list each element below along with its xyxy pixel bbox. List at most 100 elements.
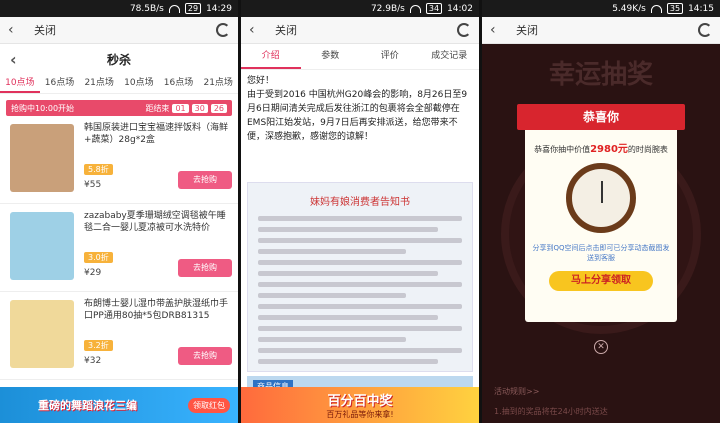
tab-records[interactable]: 成交记录 <box>420 44 480 69</box>
text-line <box>258 293 407 298</box>
countdown-seconds: 26 <box>210 103 227 113</box>
panel-lottery: 5.49K/s 35 14:15 ‹ 关闭 幸运抽奖 恭喜你 恭喜你抽中价值29… <box>482 0 720 423</box>
text-line <box>258 282 462 287</box>
status-bar: 5.49K/s 35 14:15 <box>482 0 720 17</box>
countdown-end-label: 距结束 <box>145 103 170 113</box>
ad-headline: 百分百中奖 <box>327 394 393 409</box>
ad-banner[interactable]: 重磅的舞蹈浪花三编 领取红包 <box>0 387 238 423</box>
discount-badge: 5.8折 <box>84 164 113 175</box>
net-speed: 78.5B/s <box>129 3 164 14</box>
tab-session[interactable]: 10点场 <box>119 74 159 93</box>
buy-button[interactable]: 去抢购 <box>178 171 232 189</box>
battery-icon: 34 <box>425 3 443 14</box>
panel-product-detail: 72.9B/s 34 14:02 ‹ 关闭 介绍 参数 评价 成交记录 您好！ … <box>241 0 479 423</box>
lottery-logo: 幸运抽奖 <box>548 60 653 90</box>
refresh-icon[interactable] <box>216 23 230 37</box>
clock: 14:29 <box>206 3 232 14</box>
discount-badge: 3.2折 <box>84 340 113 351</box>
page-header: ‹ 秒杀 <box>0 44 238 74</box>
list-item[interactable]: zazababy夏季珊瑚绒空调毯被午睡毯二合一婴儿夏凉被可水洗特价 3.0折 ¥… <box>0 204 238 292</box>
buy-button[interactable]: 去抢购 <box>178 347 232 365</box>
text-line <box>258 260 462 265</box>
text-line <box>258 238 462 243</box>
ad-banner[interactable]: 百分百中奖 百万礼品等你来拿! <box>241 387 479 423</box>
net-speed: 72.9B/s <box>370 3 405 14</box>
product-title: 韩国原装进口宝宝福速拌饭料（海鲜+蔬菜）28g*2盒 <box>84 123 229 145</box>
list-item[interactable]: 韩国原装进口宝宝福速拌饭料（海鲜+蔬菜）28g*2盒 5.8折 ¥55 去抢购 <box>0 116 238 204</box>
close-icon[interactable]: ✕ <box>594 340 608 354</box>
tab-session[interactable]: 16点场 <box>159 74 199 93</box>
product-title: 布朗博士婴儿湿巾带盖护肤湿纸巾手口PP通用80抽*5包DRB81315 <box>84 299 229 321</box>
tab-session[interactable]: 21点场 <box>79 74 119 93</box>
status-bar: 78.5B/s 29 14:29 <box>0 0 238 17</box>
tab-session[interactable]: 21点场 <box>198 74 238 93</box>
consumer-notice-card: 妹妈有娘消费者告知书 <box>247 182 473 372</box>
win-message-post: 的时尚腕表 <box>627 145 668 154</box>
prize-value: 2980元 <box>590 144 628 155</box>
win-message-pre: 恭喜你抽中价值 <box>534 145 591 154</box>
status-bar: 72.9B/s 34 14:02 <box>241 0 479 17</box>
rules-link[interactable]: 活动规则>> <box>494 386 539 397</box>
back-icon[interactable]: ‹ <box>490 22 502 38</box>
title-bar: ‹ 关闭 <box>241 17 479 44</box>
text-line <box>258 249 407 254</box>
detail-tabs: 介绍 参数 评价 成交记录 <box>241 44 479 70</box>
text-line <box>258 315 439 320</box>
product-image <box>10 300 74 368</box>
text-line <box>258 348 462 353</box>
countdown-minutes: 30 <box>191 103 208 113</box>
chevron-left-icon[interactable]: ‹ <box>10 50 17 69</box>
clock: 14:15 <box>688 3 714 14</box>
page-title: 秒杀 <box>106 52 131 67</box>
back-icon[interactable]: ‹ <box>8 22 20 38</box>
refresh-icon[interactable] <box>457 23 471 37</box>
card-title: 妹妈有娘消费者告知书 <box>310 197 410 208</box>
refresh-icon[interactable] <box>698 23 712 37</box>
countdown-label: 抢购中10:00开始 <box>11 103 75 113</box>
session-tabs: 10点场 16点场 21点场 10点场 16点场 21点场 <box>0 74 238 94</box>
back-icon[interactable]: ‹ <box>249 22 261 38</box>
list-item[interactable]: 布朗博士婴儿湿巾带盖护肤湿纸巾手口PP通用80抽*5包DRB81315 3.2折… <box>0 292 238 380</box>
text-line <box>258 216 462 221</box>
close-button[interactable]: 关闭 <box>34 22 56 38</box>
close-button[interactable]: 关闭 <box>275 22 297 38</box>
buy-button[interactable]: 去抢购 <box>178 259 232 277</box>
discount-badge: 3.0折 <box>84 252 113 263</box>
lottery-page: 幸运抽奖 恭喜你 恭喜你抽中价值2980元的时尚腕表 分享到QQ空间后点击即可已… <box>482 44 720 423</box>
win-dialog: 恭喜你 恭喜你抽中价值2980元的时尚腕表 分享到QQ空间后点击即可已分享动态截… <box>517 104 685 322</box>
claim-redpacket-button[interactable]: 领取红包 <box>188 397 230 413</box>
text-line <box>258 326 462 331</box>
watch-image <box>566 163 636 233</box>
title-bar: ‹ 关闭 <box>482 17 720 44</box>
countdown-hours: 01 <box>172 103 189 113</box>
ad-text: 重磅的舞蹈浪花三编 <box>38 399 137 412</box>
rules-text: 1.抽到的奖品将在24小时内送达 <box>494 407 608 416</box>
text-line <box>258 337 407 342</box>
text-line <box>258 271 439 276</box>
share-claim-button[interactable]: 马上分享领取 <box>549 271 653 291</box>
product-image <box>10 124 74 192</box>
close-button[interactable]: 关闭 <box>516 22 538 38</box>
wifi-icon <box>168 4 180 13</box>
product-image <box>10 212 74 280</box>
title-bar: ‹ 关闭 <box>0 17 238 44</box>
tab-session[interactable]: 10点场 <box>0 74 40 93</box>
tab-reviews[interactable]: 评价 <box>360 44 420 69</box>
countdown-bar: 抢购中10:00开始 距结束 01 30 26 <box>6 100 232 116</box>
tab-params[interactable]: 参数 <box>301 44 361 69</box>
clock: 14:02 <box>447 3 473 14</box>
product-title: zazababy夏季珊瑚绒空调毯被午睡毯二合一婴儿夏凉被可水洗特价 <box>84 211 226 233</box>
panel-seckill: 78.5B/s 29 14:29 ‹ 关闭 ‹ 秒杀 10点场 16点场 21点… <box>0 0 238 423</box>
battery-icon: 35 <box>666 3 684 14</box>
win-message: 恭喜你抽中价值2980元的时尚腕表 <box>525 140 677 155</box>
shipping-notice: 您好！ 由于受到2016 中国杭州G20峰会的影响，8月26日至9月6日期间清关… <box>247 76 468 142</box>
share-note: 分享到QQ空间后点击即可已分享动态截图发送到客服 <box>532 244 670 262</box>
wifi-icon <box>409 4 421 13</box>
tab-session[interactable]: 16点场 <box>40 74 80 93</box>
ad-subline: 百万礼品等你来拿! <box>326 410 394 419</box>
net-speed: 5.49K/s <box>612 3 646 14</box>
battery-icon: 29 <box>184 3 202 14</box>
tab-intro[interactable]: 介绍 <box>241 44 301 69</box>
text-line <box>258 227 439 232</box>
win-title: 恭喜你 <box>517 104 685 130</box>
